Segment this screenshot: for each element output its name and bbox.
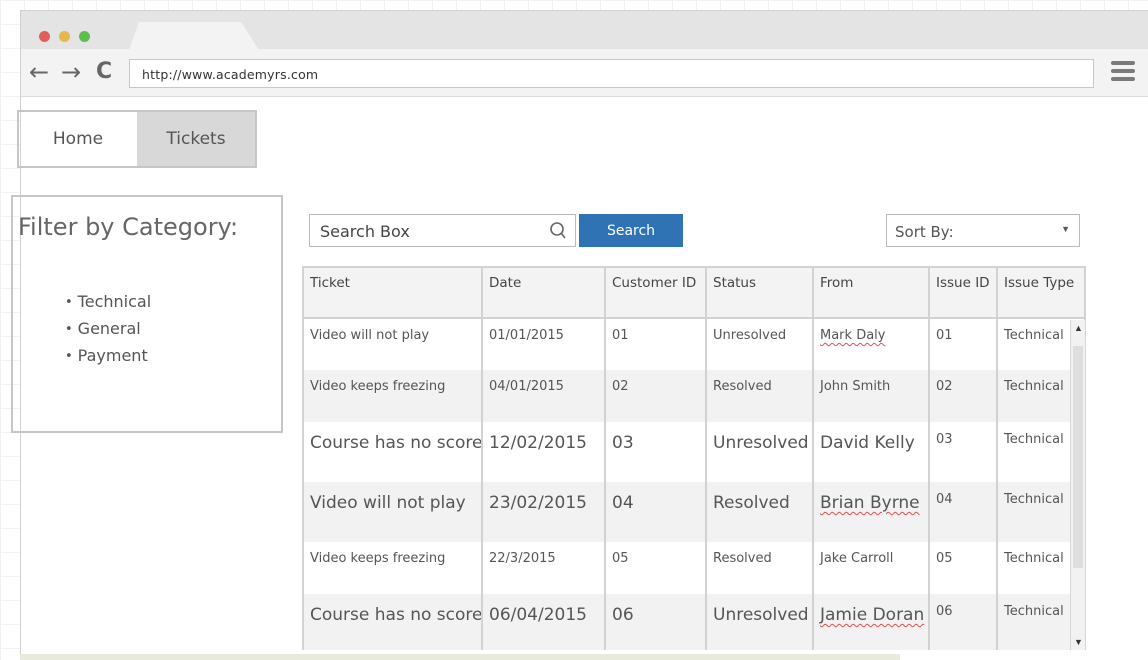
search-icon[interactable] [549,221,567,241]
cell-date: 06/04/2015 [482,594,606,650]
scroll-up-arrow-icon[interactable]: ▲ [1074,323,1083,333]
sort-by-select[interactable]: Sort By: ▼ [886,214,1080,247]
minimize-window-dot[interactable] [59,31,70,42]
cell-issue-id: 03 [929,422,998,482]
cell-date: 12/02/2015 [482,422,606,482]
address-bar-url: http://www.academyrs.com [142,67,319,82]
table-row[interactable]: Video will not play 01/01/2015 01 Unreso… [304,318,1084,370]
cell-ticket: Video will not play [304,482,483,542]
reload-icon[interactable]: C [96,57,112,87]
cell-from-text: Jamie Doran [820,605,925,625]
browser-tab[interactable] [129,22,259,50]
cell-date: 22/3/2015 [482,542,606,594]
hamburger-menu-icon[interactable] [1111,61,1135,83]
cell-from: David Kelly [813,422,930,482]
window-controls [39,31,90,42]
back-arrow-icon[interactable]: ← [29,57,49,87]
scroll-down-arrow-icon[interactable]: ▼ [1074,637,1083,647]
filter-title: Filter by Category: [18,213,239,241]
cell-ticket: Course has no score [304,422,483,482]
table-row[interactable]: Video keeps freezing 04/01/2015 02 Resol… [304,370,1084,422]
filter-panel: Filter by Category: Technical General Pa… [11,195,283,433]
tickets-table: Ticket Date Customer ID Status From Issu… [302,266,1086,650]
header-date[interactable]: Date [482,268,606,319]
sort-by-label: Sort By: [895,223,954,241]
cell-issue-id: 04 [929,482,998,542]
cell-status: Resolved [706,542,814,594]
close-window-dot[interactable] [39,31,50,42]
tab-bar [21,11,1148,50]
cell-issue-id: 06 [929,594,998,650]
cell-customer-id: 06 [605,594,707,650]
cell-issue-id: 01 [929,318,998,370]
browser-toolbar: ← → C http://www.academyrs.com [21,49,1148,97]
cell-ticket: Course has no score [304,594,483,650]
table-scrollbar[interactable]: ▲ ▼ [1070,320,1086,650]
cell-from-text: Brian Byrne [820,493,920,513]
cell-from: John Smith [813,370,930,422]
category-list: Technical General Payment [65,289,151,370]
cell-ticket: Video keeps freezing [304,542,483,594]
search-button[interactable]: Search [579,214,683,247]
header-from[interactable]: From [813,268,930,319]
header-issue-type[interactable]: Issue Type [997,268,1084,319]
horizontal-scrollbar-track [20,654,900,660]
address-bar[interactable]: http://www.academyrs.com [129,59,1094,88]
forward-arrow-icon[interactable]: → [61,57,81,87]
header-issue-id[interactable]: Issue ID [929,268,998,319]
chevron-down-icon: ▼ [1061,224,1070,234]
category-item-payment[interactable]: Payment [65,343,151,370]
cell-status: Unresolved [706,318,814,370]
cell-from: Jake Carroll [813,542,930,594]
header-ticket[interactable]: Ticket [304,268,483,319]
header-status[interactable]: Status [706,268,814,319]
home-nav-button[interactable]: Home [19,112,137,166]
cell-customer-id: 04 [605,482,707,542]
cell-issue-id: 05 [929,542,998,594]
cell-customer-id: 01 [605,318,707,370]
header-customer-id[interactable]: Customer ID [605,268,707,319]
table-row[interactable]: Course has no score 12/02/2015 03 Unreso… [304,422,1084,482]
cell-ticket: Video keeps freezing [304,370,483,422]
cell-from: Jamie Doran [813,594,930,650]
table-row[interactable]: Course has no score 06/04/2015 06 Unreso… [304,594,1084,650]
cell-customer-id: 03 [605,422,707,482]
search-input[interactable]: Search Box [309,214,576,247]
cell-customer-id: 02 [605,370,707,422]
cell-status: Resolved [706,482,814,542]
cell-status: Unresolved [706,422,814,482]
cell-from-text: Mark Daly [820,328,886,343]
category-item-general[interactable]: General [65,316,151,343]
cell-status: Resolved [706,370,814,422]
category-item-technical[interactable]: Technical [65,289,151,316]
cell-issue-id: 02 [929,370,998,422]
tickets-nav-button[interactable]: Tickets [137,112,255,166]
site-nav: Home Tickets [17,110,257,168]
cell-date: 01/01/2015 [482,318,606,370]
maximize-window-dot[interactable] [79,31,90,42]
cell-from: Brian Byrne [813,482,930,542]
table-header-row: Ticket Date Customer ID Status From Issu… [304,268,1084,319]
scrollbar-thumb[interactable] [1073,346,1083,568]
cell-date: 23/02/2015 [482,482,606,542]
cell-customer-id: 05 [605,542,707,594]
search-placeholder: Search Box [320,222,410,241]
table-row[interactable]: Video will not play 23/02/2015 04 Resolv… [304,482,1084,542]
cell-from: Mark Daly [813,318,930,370]
cell-date: 04/01/2015 [482,370,606,422]
table-row[interactable]: Video keeps freezing 22/3/2015 05 Resolv… [304,542,1084,594]
cell-status: Unresolved [706,594,814,650]
cell-ticket: Video will not play [304,318,483,370]
